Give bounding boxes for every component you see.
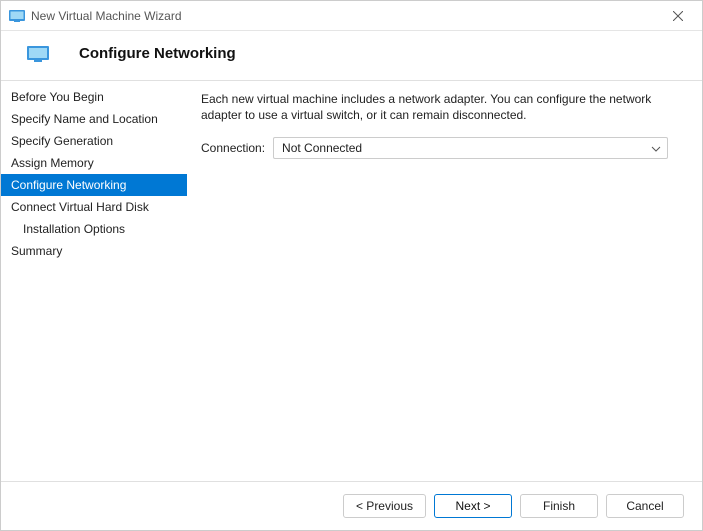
header-icon	[23, 46, 53, 62]
wizard-step-item[interactable]: Installation Options	[1, 218, 187, 240]
cancel-button[interactable]: Cancel	[606, 494, 684, 518]
connection-row: Connection: Not Connected	[201, 137, 684, 159]
previous-button[interactable]: < Previous	[343, 494, 426, 518]
wizard-step-item[interactable]: Specify Name and Location	[1, 108, 187, 130]
next-button[interactable]: Next >	[434, 494, 512, 518]
wizard-footer: < Previous Next > Finish Cancel	[1, 481, 702, 530]
close-icon	[673, 11, 683, 21]
wizard-step-item[interactable]: Specify Generation	[1, 130, 187, 152]
close-button[interactable]	[662, 1, 694, 31]
connection-selected-value: Not Connected	[282, 141, 362, 155]
connection-dropdown[interactable]: Not Connected	[273, 137, 668, 159]
wizard-step-item[interactable]: Configure Networking	[1, 174, 187, 196]
window-title: New Virtual Machine Wizard	[31, 9, 662, 23]
wizard-step-item[interactable]: Connect Virtual Hard Disk	[1, 196, 187, 218]
wizard-step-item[interactable]: Summary	[1, 240, 187, 262]
connection-label: Connection:	[201, 141, 265, 155]
finish-button[interactable]: Finish	[520, 494, 598, 518]
app-icon	[9, 10, 25, 22]
chevron-down-icon	[651, 141, 661, 155]
wizard-window: New Virtual Machine Wizard Configure Net…	[0, 0, 703, 531]
wizard-steps-sidebar: Before You BeginSpecify Name and Locatio…	[1, 81, 187, 481]
wizard-step-item[interactable]: Assign Memory	[1, 152, 187, 174]
wizard-content: Each new virtual machine includes a netw…	[187, 81, 702, 481]
titlebar: New Virtual Machine Wizard	[1, 1, 702, 31]
wizard-body: Before You BeginSpecify Name and Locatio…	[1, 81, 702, 481]
wizard-header: Configure Networking	[1, 31, 702, 80]
page-title: Configure Networking	[79, 45, 236, 62]
content-description: Each new virtual machine includes a netw…	[201, 91, 684, 123]
wizard-step-item[interactable]: Before You Begin	[1, 86, 187, 108]
